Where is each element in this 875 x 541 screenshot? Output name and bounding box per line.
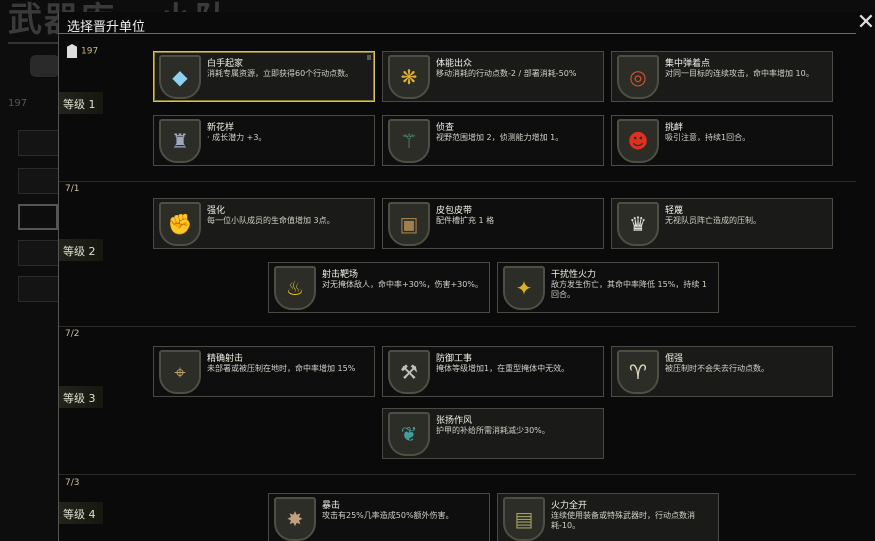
background-selector: [18, 204, 58, 230]
perk-card[interactable]: ☻ 挑衅 吸引注意，持续1回合。: [611, 115, 833, 166]
perk-name: 精确射击: [207, 354, 244, 364]
perk-description: 掩体等级增加1，在重型掩体中无效。: [436, 364, 570, 373]
perk-card[interactable]: ◎ 集中弹着点 对同一目标的连续攻击，命中率增加 10。: [611, 51, 833, 102]
perk-card[interactable]: ♈ 倔强 被压制时不会失去行动点数。: [611, 346, 833, 397]
suppression-icon: ✦: [503, 266, 545, 310]
dialog-title: 选择晋升单位: [67, 20, 146, 35]
background-slot: [18, 168, 60, 194]
level-2-progress: 7/1: [65, 184, 80, 194]
level-divider: [59, 181, 856, 182]
diamond-icon: ◆: [159, 55, 201, 99]
perk-card[interactable]: ❦ 张扬作风 护甲的补给所需消耗减少30%。: [382, 408, 604, 459]
level-4-label: 等级 4: [59, 502, 103, 524]
close-button[interactable]: ✕: [856, 12, 875, 34]
skull-crown-icon: ♛: [617, 202, 659, 246]
level-divider: [59, 326, 856, 327]
perk-card[interactable]: ♛ 轻蔑 无视队员阵亡造成的压制。: [611, 198, 833, 249]
perk-description: 配件槽扩充 1 格: [436, 216, 495, 225]
promotion-points: 197: [67, 44, 98, 58]
background-count: 197: [8, 98, 28, 109]
perk-description: 移动消耗的行动点数-2 / 部署消耗-50%: [436, 69, 577, 78]
perk-description: 对同一目标的连续攻击，命中率增加 10。: [665, 69, 814, 78]
peacock-icon: ❦: [388, 412, 430, 456]
perk-description: 攻击有25%几率造成50%额外伤害。: [322, 511, 454, 520]
bat-icon: ⚚: [388, 119, 430, 163]
level-3-progress: 7/2: [65, 329, 80, 339]
rank-badge-icon: [67, 44, 77, 58]
perk-name: 皮包皮带: [436, 206, 473, 216]
machine-gun-icon: ▤: [503, 497, 545, 541]
background-slot: [18, 240, 60, 266]
perk-name: 侦查: [436, 123, 455, 133]
perk-description: 视野范围增加 2，侦测能力增加 1。: [436, 133, 564, 142]
perk-name: 白手起家: [207, 59, 244, 69]
perk-card[interactable]: ▤ 火力全开 连续使用装备或特殊武器时，行动点数消耗-10。: [497, 493, 719, 541]
perk-card[interactable]: ❋ 体能出众 移动消耗的行动点数-2 / 部署消耗-50%: [382, 51, 604, 102]
perk-card[interactable]: ♨ 射击靶场 对无掩体敌人，命中率+30%，伤害+30%。: [268, 262, 490, 313]
perk-card[interactable]: ⚒ 防御工事 掩体等级增加1，在重型掩体中无效。: [382, 346, 604, 397]
perk-description: 连续使用装备或特殊武器时，行动点数消耗-10。: [551, 511, 695, 530]
level-2-label: 等级 2: [59, 239, 103, 261]
perk-name: 轻蔑: [665, 206, 684, 216]
perk-name: 射击靶场: [322, 270, 359, 280]
shovel-icon: ⚒: [388, 350, 430, 394]
perk-name: 张扬作风: [436, 416, 473, 426]
rat-icon: ✸: [274, 497, 316, 541]
perk-card[interactable]: ◆ 白手起家 消耗专属资源，立即获得60个行动点数。: [153, 51, 375, 102]
perk-name: 防御工事: [436, 354, 473, 364]
perk-name: 强化: [207, 206, 226, 216]
perk-description: 无视队员阵亡造成的压制。: [665, 216, 761, 225]
perk-card[interactable]: ✦ 干扰性火力 敌方发生伤亡，其命中率降低 15%，持续 1 回合。: [497, 262, 719, 313]
perk-name: 倔强: [665, 354, 684, 364]
perk-description: 对无掩体敌人，命中率+30%，伤害+30%。: [322, 280, 483, 289]
perk-name: 新花样: [207, 123, 235, 133]
perk-name: 挑衅: [665, 123, 684, 133]
target-soldier-icon: ◎: [617, 55, 659, 99]
flexed-arm-icon: ✊: [159, 202, 201, 246]
perk-name: 火力全开: [551, 501, 588, 511]
perk-name: 集中弹着点: [665, 59, 711, 69]
sniper-icon: ⌖: [159, 350, 201, 394]
officer-cap-icon: ♜: [159, 119, 201, 163]
promotion-dialog: 选择晋升单位 ✕ 197 等级 1 7/1 等级 2 7/2 等级 3 7/3 …: [58, 12, 875, 541]
winged-boot-icon: ❋: [388, 55, 430, 99]
perk-card[interactable]: ♜ 新花样 · 成长潜力 +3。: [153, 115, 375, 166]
perk-description: 敌方发生伤亡，其命中率降低 15%，持续 1 回合。: [551, 280, 707, 299]
ram-icon: ♈: [617, 350, 659, 394]
perk-description: 未部署或被压制在地时，命中率增加 15%: [207, 364, 356, 373]
background-slot: [18, 130, 60, 156]
backpack-icon: ▣: [388, 202, 430, 246]
perk-description: 消耗专属资源，立即获得60个行动点数。: [207, 69, 354, 78]
points-value: 197: [81, 46, 99, 57]
devil-face-icon: ☻: [617, 119, 659, 163]
perk-name: 体能出众: [436, 59, 473, 69]
perk-description: 被压制时不会失去行动点数。: [665, 364, 769, 373]
perk-card[interactable]: ⚚ 侦查 视野范围增加 2，侦测能力增加 1。: [382, 115, 604, 166]
duck-target-icon: ♨: [274, 266, 316, 310]
level-divider: [59, 474, 856, 475]
perk-name: 干扰性火力: [551, 270, 597, 280]
perk-card[interactable]: ✸ 暴击 攻击有25%几率造成50%额外伤害。: [268, 493, 490, 541]
perk-name: 暴击: [322, 501, 341, 511]
dialog-header: 选择晋升单位: [59, 12, 856, 35]
level-1-label: 等级 1: [59, 92, 103, 114]
level-3-label: 等级 3: [59, 386, 103, 408]
perk-description: 吸引注意，持续1回合。: [665, 133, 751, 142]
perk-description: 每一位小队成员的生命值增加 3点。: [207, 216, 335, 225]
perk-card[interactable]: ✊ 强化 每一位小队成员的生命值增加 3点。: [153, 198, 375, 249]
perk-description: 护甲的补给所需消耗减少30%。: [436, 426, 550, 435]
level-4-progress: 7/3: [65, 478, 80, 488]
background-slot: [18, 276, 60, 302]
lock-icon: [367, 55, 371, 60]
perk-description: · 成长潜力 +3。: [207, 133, 267, 142]
perk-card[interactable]: ▣ 皮包皮带 配件槽扩充 1 格: [382, 198, 604, 249]
background-emblem-icon: [30, 55, 60, 77]
perk-card[interactable]: ⌖ 精确射击 未部署或被压制在地时，命中率增加 15%: [153, 346, 375, 397]
